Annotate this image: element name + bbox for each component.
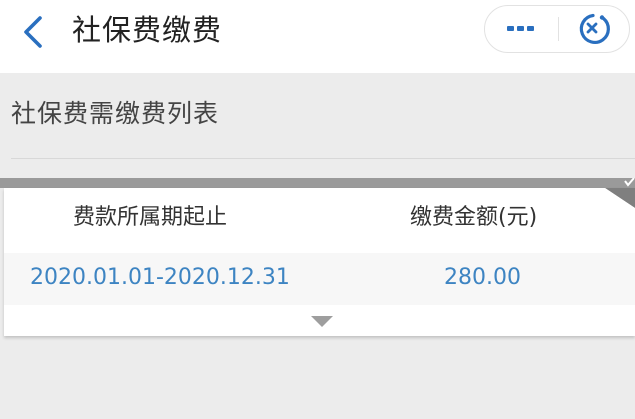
navigation-bar: 社保费缴费 [0, 0, 635, 73]
close-button[interactable] [559, 6, 629, 52]
section-title: 社保费需缴费列表 [11, 99, 220, 128]
corner-check-icon [605, 178, 635, 208]
card-top-bar [0, 178, 635, 188]
expand-button[interactable] [310, 313, 334, 327]
chevron-left-icon [24, 16, 42, 48]
mini-program-capsule [484, 5, 630, 53]
more-button[interactable] [485, 6, 557, 52]
payment-amount-value: 280.00 [444, 265, 521, 290]
mini-program-close-icon [579, 13, 610, 44]
back-button[interactable] [14, 12, 54, 52]
caret-down-icon [311, 316, 333, 327]
column-header-period: 费款所属期起止 [73, 205, 228, 230]
section-divider [11, 158, 635, 159]
payment-period-value: 2020.01.01-2020.12.31 [30, 265, 290, 290]
column-header-amount: 缴费金额(元) [410, 205, 538, 230]
page-title: 社保费缴费 [72, 13, 223, 47]
